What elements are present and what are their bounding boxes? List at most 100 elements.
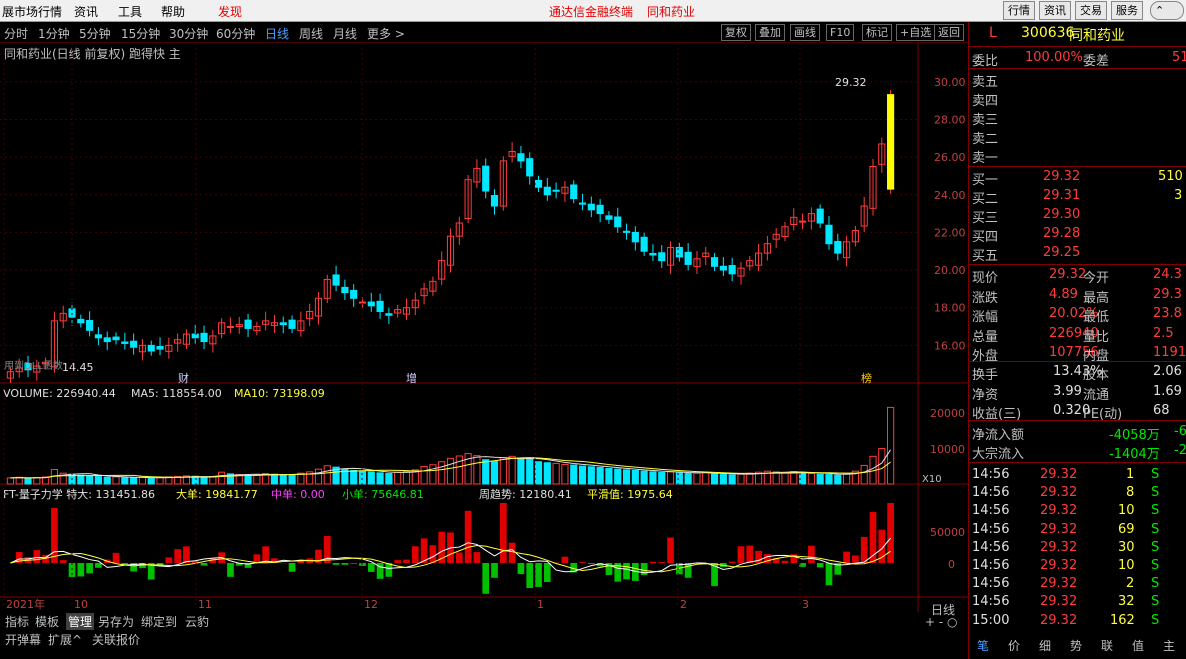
candle [385, 313, 393, 316]
ft-bar [561, 556, 569, 563]
period-tab[interactable]: 60分钟 [216, 25, 255, 42]
side-tab[interactable]: 笔 [977, 637, 989, 654]
more-periods-button[interactable]: 更多 > [367, 25, 405, 42]
period-tab[interactable]: 分时 [4, 25, 28, 42]
volume-bar [33, 477, 41, 485]
volume-bar [649, 471, 657, 485]
quote-button[interactable]: 行情 [1003, 1, 1035, 20]
side-tab[interactable]: 势 [1070, 637, 1082, 654]
period-bar: 分时 1分钟 5分钟 15分钟 30分钟 60分钟 日线 周线 月线 更多 > … [0, 22, 968, 43]
volume-bar [684, 473, 692, 485]
add-favorite-button[interactable]: +自选 [896, 24, 936, 41]
candle [94, 334, 103, 339]
tick-price: 29.32 [1040, 539, 1078, 555]
ft-bar [385, 563, 393, 577]
ma10-line [10, 457, 891, 479]
tab-indicator[interactable]: 指标 [5, 613, 29, 630]
menu-help[interactable]: 帮助 [161, 3, 185, 20]
ft-bar [825, 563, 833, 586]
tab-template[interactable]: 模板 [35, 613, 59, 630]
ft-bar [517, 563, 525, 575]
volume-bar [490, 460, 499, 485]
volume-bar [622, 469, 631, 485]
sell1-label: 卖一 [972, 151, 999, 166]
stat-label: 涨幅 [972, 310, 999, 325]
period-tab[interactable]: 30分钟 [169, 25, 208, 42]
period-tab[interactable]: 5分钟 [79, 25, 111, 42]
stat2-value2: 2.06 [1153, 364, 1182, 379]
volume-bar [6, 477, 14, 485]
volume-bar [394, 471, 402, 485]
mark-button[interactable]: 标记 [862, 24, 892, 41]
period-tab[interactable]: 15分钟 [121, 25, 160, 42]
tab-manage[interactable]: 管理 [66, 613, 95, 630]
tab-saveas[interactable]: 另存为 [98, 613, 134, 630]
period-tab[interactable]: 月线 [333, 25, 357, 42]
related-quotes-button[interactable]: 关联报价 [92, 631, 140, 648]
tab-cloud[interactable]: 云豹 [185, 613, 209, 630]
period-tab[interactable]: 周线 [299, 25, 323, 42]
menu-market[interactable]: 展市场行情 [2, 3, 62, 20]
ft-axis-label: 50000 [930, 526, 965, 539]
kline-chart[interactable]: 同和药业(日线 前复权) 跑得快 主 30.00 28.00 26.00 24.00 2… [0, 43, 968, 615]
volume-bar [534, 461, 543, 485]
side-tab[interactable]: 联 [1101, 637, 1113, 654]
tick-side: S [1151, 521, 1160, 537]
draw-line-button[interactable]: 画线 [790, 24, 820, 41]
tick-volume: 69 [1118, 521, 1135, 537]
ft-bar [887, 503, 894, 563]
tick-volume: 1 [1126, 467, 1135, 482]
tick-price: 29.32 [1040, 558, 1078, 573]
f10-button[interactable]: F10 [826, 24, 855, 41]
trade-button[interactable]: 交易 [1075, 1, 1107, 20]
stat-label2: 今开 [1083, 271, 1110, 286]
chart-title: 同和药业(日线 前复权) 跑得快 主 [4, 46, 181, 61]
candle [86, 320, 94, 331]
tick-side: S [1151, 503, 1160, 519]
ft-bar [816, 563, 824, 568]
expand-button[interactable]: 扩展^ [48, 631, 82, 648]
tick-volume: 162 [1110, 612, 1135, 628]
toggle-danmaku-button[interactable]: 开弹幕 [5, 631, 41, 648]
ft-bars [10, 503, 894, 594]
candle [130, 340, 138, 348]
stat2-row: 换手 13.43% 股本 2.06 [969, 363, 1186, 383]
service-button[interactable]: 服务 [1111, 1, 1143, 20]
date-axis-label: 10 [74, 598, 88, 611]
stat2-value2: 1.69 [1153, 383, 1182, 399]
tick-time: 14:56 [972, 503, 1010, 519]
menu-discover[interactable]: 发现 [218, 3, 242, 20]
side-tab[interactable]: 主 [1163, 637, 1175, 654]
volume-bar [438, 461, 446, 485]
window-control-icon[interactable]: ⌃ [1150, 1, 1184, 20]
tick-row: 14:56 29.32 2 S [969, 575, 1186, 594]
news-button[interactable]: 资讯 [1039, 1, 1071, 20]
ft-bar [77, 563, 85, 577]
volume-bar [482, 459, 490, 485]
volume-bar [816, 473, 824, 485]
tab-bind[interactable]: 绑定到 [141, 613, 177, 630]
candle [77, 318, 85, 324]
volume-bar [578, 465, 587, 485]
overlay-button[interactable]: 叠加 [755, 24, 785, 41]
back-button[interactable]: 返回 [934, 24, 964, 41]
volume-bar [658, 472, 666, 485]
zoom-controls[interactable]: + - ○ [925, 615, 957, 629]
stock-header: L 300636 同和药业 [969, 24, 1186, 46]
event-marker-list: 榜 [861, 371, 872, 385]
side-tab[interactable]: 值 [1132, 637, 1144, 654]
ft-bar [183, 546, 190, 563]
menu-tools[interactable]: 工具 [118, 3, 142, 20]
period-tab[interactable]: 1分钟 [38, 25, 70, 42]
menu-info[interactable]: 资讯 [74, 3, 98, 20]
chart-element: 买二 29.31 3 [969, 187, 1186, 207]
side-tab[interactable]: 价 [1008, 637, 1020, 654]
date-axis: 2021年 10 11 12 1 2 3 [3, 43, 809, 611]
candle [156, 345, 164, 350]
side-tab[interactable]: 细 [1039, 637, 1051, 654]
period-tab-selected[interactable]: 日线 [265, 25, 289, 42]
candle [244, 319, 252, 329]
ft-header: FT-量子力学 特大: 131451.86 [3, 487, 155, 501]
restore-rights-button[interactable]: 复权 [721, 24, 751, 41]
candle [279, 322, 287, 326]
